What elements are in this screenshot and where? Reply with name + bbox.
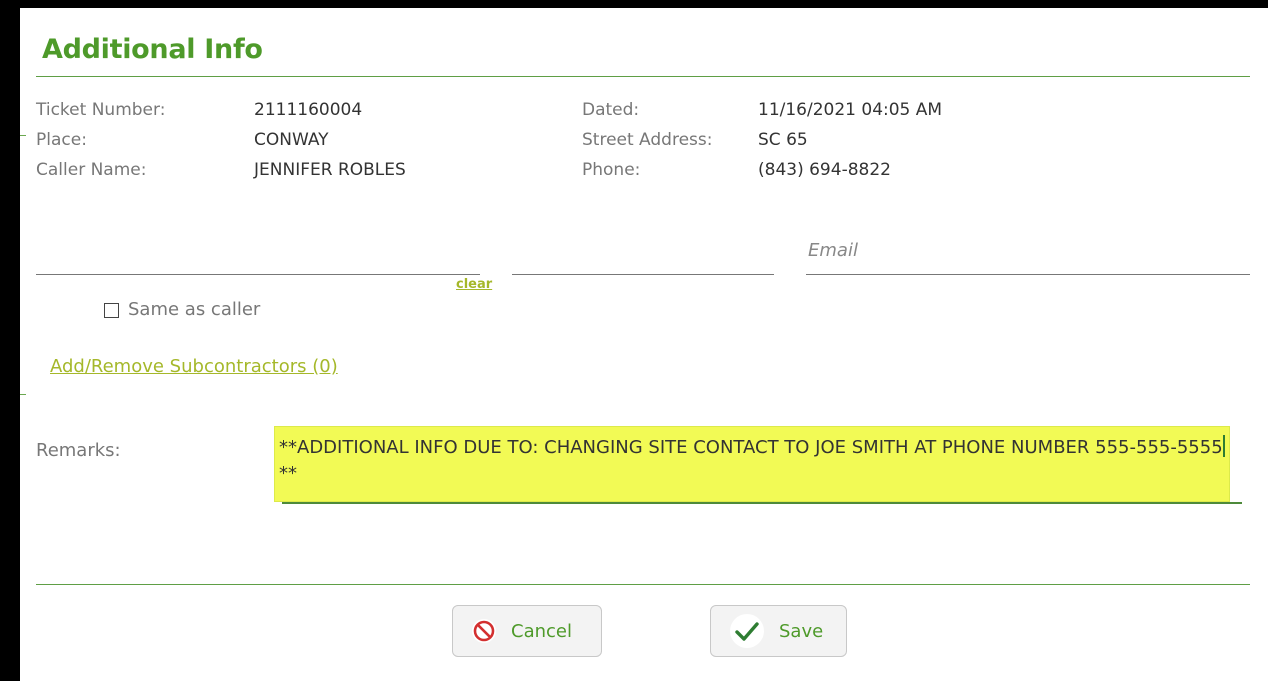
same-as-caller-checkbox[interactable] <box>104 303 119 318</box>
clear-link[interactable]: clear <box>456 277 492 292</box>
remarks-label: Remarks: <box>36 440 121 461</box>
email-placeholder: Email <box>808 240 858 261</box>
dialog-title: Additional Info <box>42 34 263 65</box>
same-as-caller-label[interactable]: Same as caller <box>128 299 260 320</box>
additional-info-dialog: Additional Info Ticket Number: 211116000… <box>20 8 1268 681</box>
dated-value: 11/16/2021 04:05 AM <box>758 100 943 120</box>
cancel-icon <box>471 618 497 644</box>
background-divider <box>20 135 26 136</box>
caller-name-value: JENNIFER ROBLES <box>254 160 406 180</box>
background-page-edge <box>20 8 26 681</box>
place-label: Place: <box>36 130 87 150</box>
street-address-value: SC 65 <box>758 130 808 150</box>
street-address-label: Street Address: <box>582 130 713 150</box>
remarks-textarea[interactable]: **ADDITIONAL INFO DUE TO: CHANGING SITE … <box>274 426 1230 502</box>
remarks-underline <box>282 502 1242 504</box>
email-input[interactable] <box>806 274 1250 275</box>
ticket-number-label: Ticket Number: <box>36 100 166 120</box>
contact-name-input[interactable] <box>36 274 480 275</box>
checkmark-icon <box>729 613 765 649</box>
remarks-text: **ADDITIONAL INFO DUE TO: CHANGING SITE … <box>279 437 1223 458</box>
dated-label: Dated: <box>582 100 640 120</box>
place-value: CONWAY <box>254 130 329 150</box>
cancel-button[interactable]: Cancel <box>452 605 602 657</box>
remarks-text-tail: ** <box>279 463 297 484</box>
footer-divider <box>36 584 1250 585</box>
save-button[interactable]: Save <box>710 605 847 657</box>
phone-label: Phone: <box>582 160 641 180</box>
add-remove-subcontractors-link[interactable]: Add/Remove Subcontractors (0) <box>50 356 338 377</box>
ticket-number-value: 2111160004 <box>254 100 363 120</box>
title-divider <box>36 76 1250 77</box>
caller-name-label: Caller Name: <box>36 160 147 180</box>
save-button-label: Save <box>779 620 824 642</box>
text-caret <box>1222 435 1225 457</box>
contact-phone-input[interactable] <box>512 274 774 275</box>
background-divider <box>20 394 26 395</box>
cancel-button-label: Cancel <box>511 620 572 642</box>
phone-value: (843) 694-8822 <box>758 160 891 180</box>
